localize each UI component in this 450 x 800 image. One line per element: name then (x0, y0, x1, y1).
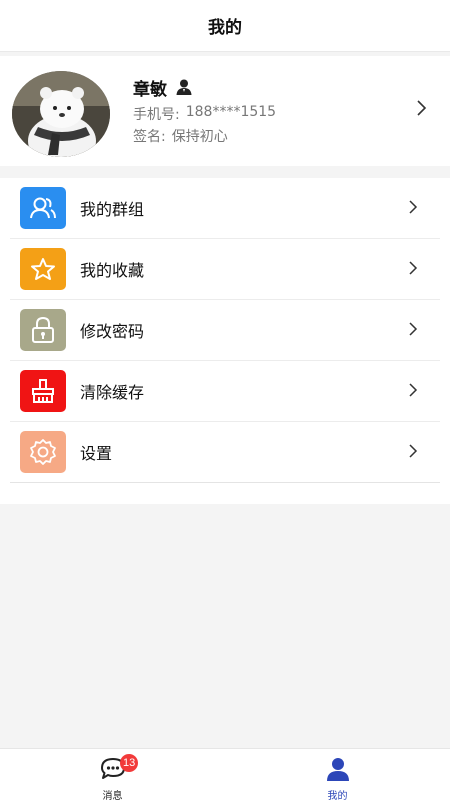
menu-item-settings[interactable]: 设置 (10, 422, 440, 483)
menu-item-change-password[interactable]: 修改密码 (10, 300, 440, 361)
signature-line: 签名: 保持初心 (133, 126, 276, 146)
lock-icon (20, 309, 66, 351)
menu-item-label: 设置 (80, 444, 113, 463)
bottom-tab-bar: 13 消息 我的 (0, 748, 450, 800)
profile-card[interactable]: 章敏 手机号: 188****1515 签名: 保持初心 (0, 56, 450, 166)
tab-label: 我的 (327, 791, 348, 800)
chevron-right-icon (408, 259, 418, 277)
phone-line: 手机号: 188****1515 (133, 104, 276, 124)
group-icon (20, 187, 66, 229)
chevron-right-icon (408, 442, 418, 460)
chevron-right-icon (408, 320, 418, 338)
menu-item-label: 我的群组 (80, 200, 145, 219)
signature-label: 签名: (133, 129, 166, 145)
person-icon (325, 757, 351, 785)
chevron-right-icon (408, 198, 418, 216)
menu-list: 我的群组 我的收藏 修改密码 清除缓存 设置 (0, 178, 450, 504)
broom-icon (20, 370, 66, 412)
phone-label: 手机号: (133, 107, 180, 123)
tab-label: 消息 (102, 791, 123, 800)
chevron-right-icon (408, 381, 418, 399)
star-icon (20, 248, 66, 290)
user-name: 章敏 (133, 79, 167, 100)
chevron-right-icon (416, 98, 428, 118)
menu-item-label: 我的收藏 (80, 261, 145, 280)
app-root: 我的 章敏 手机号: 188****1515 签名: 保持初心 我的群组 我的收… (0, 0, 450, 800)
unread-badge: 13 (120, 754, 139, 772)
tab-mine[interactable]: 我的 (225, 749, 450, 800)
tab-messages[interactable]: 13 消息 (0, 749, 225, 800)
menu-item-label: 清除缓存 (80, 383, 145, 402)
phone-value: 188****1515 (185, 104, 277, 120)
menu-item-my-groups[interactable]: 我的群组 (10, 178, 440, 239)
menu-item-favorites[interactable]: 我的收藏 (10, 239, 440, 300)
profile-info: 章敏 手机号: 188****1515 签名: 保持初心 (133, 74, 276, 146)
user-icon (175, 78, 193, 96)
menu-item-label: 修改密码 (80, 322, 145, 341)
signature-value: 保持初心 (171, 129, 228, 145)
gear-icon (20, 431, 66, 473)
top-navbar: 我的 (0, 0, 450, 52)
menu-item-clear-cache[interactable]: 清除缓存 (10, 361, 440, 422)
user-name-row: 章敏 (133, 74, 276, 100)
avatar[interactable] (12, 71, 110, 157)
page-title: 我的 (208, 18, 242, 38)
